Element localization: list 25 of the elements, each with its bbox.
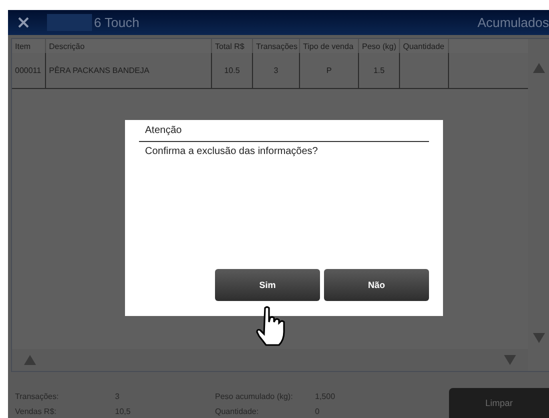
scroll-down-icon[interactable] <box>532 333 544 343</box>
down-arrow-icon[interactable] <box>504 355 516 365</box>
column-header: Descrição <box>46 39 212 53</box>
dialog-message: Confirma a exclusão das informações? <box>144 145 319 159</box>
table-cell: PÊRA PACKANS BANDEJA <box>46 53 212 88</box>
table-cell: 10.5 <box>212 53 253 88</box>
dialog-button[interactable]: Não <box>324 269 429 301</box>
column-header: Tipo de venda <box>300 39 359 53</box>
column-header: Peso (kg) <box>359 39 400 53</box>
up-arrow-icon[interactable] <box>24 355 36 365</box>
column-header: Transações <box>253 39 300 53</box>
close-icon[interactable] <box>18 17 29 28</box>
table-cell: 1.5 <box>359 53 400 88</box>
scroll-up-icon[interactable] <box>532 63 544 73</box>
redacted-block <box>47 14 92 31</box>
table-cell: 000011 <box>12 53 46 88</box>
window-title: 6 Touch <box>94 15 140 30</box>
table-cell: 3 <box>253 53 300 88</box>
column-header: Item <box>12 39 46 53</box>
dialog-title: Atenção <box>139 124 429 142</box>
table-cell: P <box>300 53 359 88</box>
column-header: Quantidade <box>400 39 449 53</box>
column-header: Total R$ <box>212 39 253 53</box>
section-title: Acumulados <box>477 15 549 30</box>
dialog-button[interactable]: Sim <box>215 269 320 301</box>
